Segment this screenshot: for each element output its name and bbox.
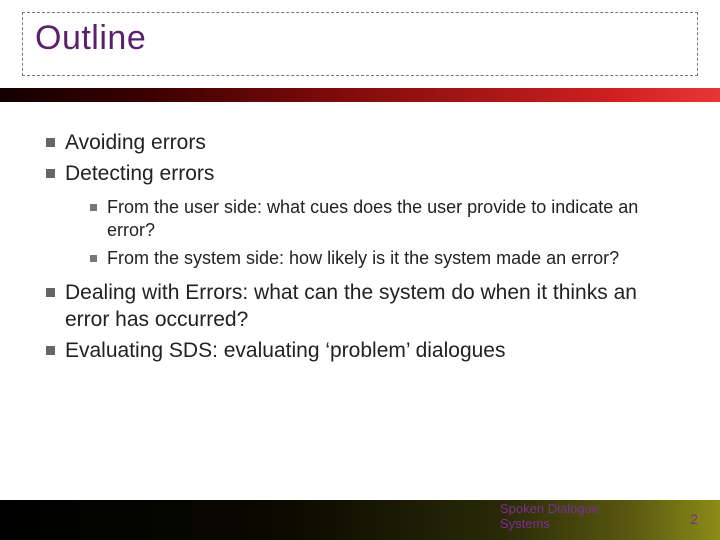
footer-label: Spoken Dialogue Systems — [500, 501, 599, 532]
bullet-text: Detecting errors — [65, 161, 214, 188]
square-bullet-icon — [46, 346, 55, 355]
square-bullet-icon — [46, 169, 55, 178]
bullet-text: From the user side: what cues does the u… — [107, 196, 686, 243]
list-item: Detecting errors — [46, 161, 686, 188]
square-bullet-icon — [46, 138, 55, 147]
footer-bar — [0, 500, 720, 540]
footer-line-2: Systems — [500, 516, 550, 531]
bullet-text: From the system side: how likely is it t… — [107, 247, 619, 270]
slide-title: Outline — [35, 19, 685, 58]
list-item: From the system side: how likely is it t… — [90, 247, 686, 270]
bullet-text: Dealing with Errors: what can the system… — [65, 280, 686, 334]
list-item: From the user side: what cues does the u… — [90, 196, 686, 243]
bullet-text: Evaluating SDS: evaluating ‘problem’ dia… — [65, 338, 506, 365]
bullet-text: Avoiding errors — [65, 130, 206, 157]
footer-line-1: Spoken Dialogue — [500, 501, 599, 516]
list-item: Avoiding errors — [46, 130, 686, 157]
page-number: 2 — [690, 511, 698, 527]
accent-bar — [0, 88, 720, 102]
square-bullet-icon — [90, 255, 97, 262]
list-item: Dealing with Errors: what can the system… — [46, 280, 686, 334]
title-box: Outline — [22, 12, 698, 76]
list-item: Evaluating SDS: evaluating ‘problem’ dia… — [46, 338, 686, 365]
square-bullet-icon — [90, 204, 97, 211]
slide: Outline Avoiding errors Detecting errors… — [0, 0, 720, 540]
content-area: Avoiding errors Detecting errors From th… — [46, 130, 686, 369]
sub-list: From the user side: what cues does the u… — [90, 196, 686, 270]
square-bullet-icon — [46, 288, 55, 297]
